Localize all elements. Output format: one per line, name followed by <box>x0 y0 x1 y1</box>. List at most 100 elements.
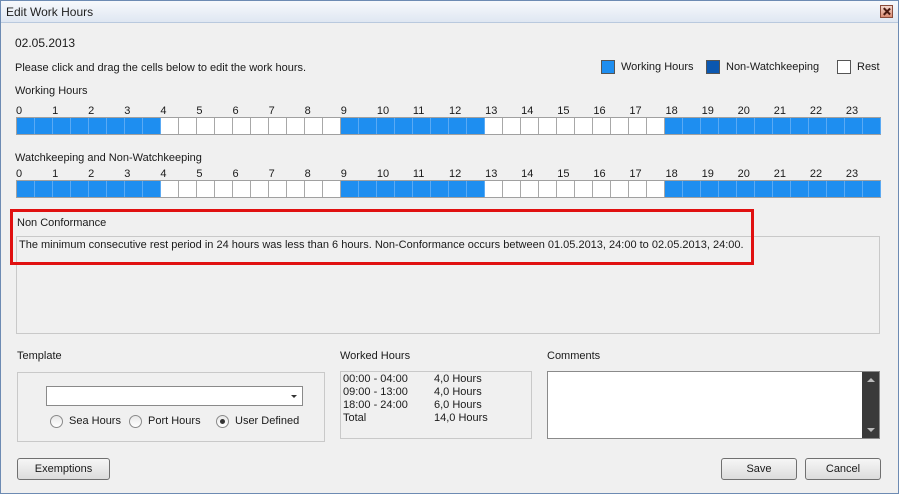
rest-cell[interactable] <box>539 181 557 197</box>
work-cell[interactable] <box>71 181 89 197</box>
rest-cell[interactable] <box>305 181 323 197</box>
work-cell[interactable] <box>737 181 755 197</box>
work-cell[interactable] <box>431 181 449 197</box>
work-cell[interactable] <box>341 181 359 197</box>
work-cell[interactable] <box>53 181 71 197</box>
rest-cell[interactable] <box>287 181 305 197</box>
work-cell[interactable] <box>359 118 377 134</box>
rest-cell[interactable] <box>323 181 341 197</box>
work-cell[interactable] <box>791 118 809 134</box>
close-icon[interactable] <box>880 5 893 18</box>
work-cell[interactable] <box>53 118 71 134</box>
work-cell[interactable] <box>701 181 719 197</box>
exemptions-button[interactable]: Exemptions <box>17 458 110 480</box>
work-cell[interactable] <box>107 118 125 134</box>
rest-cell[interactable] <box>161 118 179 134</box>
rest-cell[interactable] <box>557 181 575 197</box>
rest-cell[interactable] <box>593 181 611 197</box>
work-cell[interactable] <box>395 118 413 134</box>
work-cell[interactable] <box>863 118 881 134</box>
rest-cell[interactable] <box>323 118 341 134</box>
rest-cell[interactable] <box>557 118 575 134</box>
work-cell[interactable] <box>737 118 755 134</box>
rest-cell[interactable] <box>179 181 197 197</box>
scroll-up-icon[interactable] <box>867 378 875 382</box>
rest-cell[interactable] <box>647 181 665 197</box>
work-cell[interactable] <box>431 118 449 134</box>
scroll-down-icon[interactable] <box>867 428 875 432</box>
work-cell[interactable] <box>107 181 125 197</box>
rest-cell[interactable] <box>647 118 665 134</box>
rest-cell[interactable] <box>611 181 629 197</box>
work-cell[interactable] <box>17 181 35 197</box>
work-cell[interactable] <box>449 118 467 134</box>
rest-cell[interactable] <box>233 118 251 134</box>
work-cell[interactable] <box>89 181 107 197</box>
work-cell[interactable] <box>35 118 53 134</box>
work-cell[interactable] <box>89 118 107 134</box>
rest-cell[interactable] <box>161 181 179 197</box>
rest-cell[interactable] <box>629 118 647 134</box>
rest-cell[interactable] <box>269 118 287 134</box>
rest-cell[interactable] <box>593 118 611 134</box>
work-cell[interactable] <box>449 181 467 197</box>
work-cell[interactable] <box>683 181 701 197</box>
work-cell[interactable] <box>413 118 431 134</box>
radio-sea-hours[interactable]: Sea Hours <box>50 414 121 428</box>
rest-cell[interactable] <box>629 181 647 197</box>
rest-cell[interactable] <box>197 118 215 134</box>
work-cell[interactable] <box>827 118 845 134</box>
work-cell[interactable] <box>467 181 485 197</box>
rest-cell[interactable] <box>251 181 269 197</box>
work-cell[interactable] <box>827 181 845 197</box>
work-cell[interactable] <box>17 118 35 134</box>
work-cell[interactable] <box>845 118 863 134</box>
work-cell[interactable] <box>809 118 827 134</box>
rest-cell[interactable] <box>611 118 629 134</box>
radio-user-defined[interactable]: User Defined <box>216 414 299 428</box>
work-cell[interactable] <box>395 181 413 197</box>
rest-cell[interactable] <box>485 118 503 134</box>
rest-cell[interactable] <box>179 118 197 134</box>
work-cell[interactable] <box>845 181 863 197</box>
work-cell[interactable] <box>755 181 773 197</box>
rest-cell[interactable] <box>305 118 323 134</box>
comments-textarea[interactable] <box>547 371 880 439</box>
rest-cell[interactable] <box>485 181 503 197</box>
work-cell[interactable] <box>701 118 719 134</box>
work-cell[interactable] <box>125 118 143 134</box>
watchkeeping-grid[interactable] <box>16 180 881 198</box>
radio-port-hours[interactable]: Port Hours <box>129 414 201 428</box>
rest-cell[interactable] <box>269 181 287 197</box>
work-cell[interactable] <box>35 181 53 197</box>
save-button[interactable]: Save <box>721 458 797 480</box>
rest-cell[interactable] <box>575 181 593 197</box>
work-cell[interactable] <box>467 118 485 134</box>
rest-cell[interactable] <box>215 118 233 134</box>
comments-scrollbar[interactable] <box>862 372 879 438</box>
rest-cell[interactable] <box>251 118 269 134</box>
work-cell[interactable] <box>755 118 773 134</box>
work-cell[interactable] <box>773 118 791 134</box>
work-cell[interactable] <box>791 181 809 197</box>
rest-cell[interactable] <box>521 118 539 134</box>
work-cell[interactable] <box>773 181 791 197</box>
work-cell[interactable] <box>413 181 431 197</box>
work-cell[interactable] <box>665 118 683 134</box>
rest-cell[interactable] <box>215 181 233 197</box>
rest-cell[interactable] <box>197 181 215 197</box>
work-cell[interactable] <box>341 118 359 134</box>
work-cell[interactable] <box>359 181 377 197</box>
work-cell[interactable] <box>809 181 827 197</box>
work-cell[interactable] <box>719 118 737 134</box>
rest-cell[interactable] <box>287 118 305 134</box>
work-cell[interactable] <box>377 118 395 134</box>
work-cell[interactable] <box>683 118 701 134</box>
rest-cell[interactable] <box>539 118 557 134</box>
working-hours-grid[interactable] <box>16 117 881 135</box>
work-cell[interactable] <box>143 118 161 134</box>
work-cell[interactable] <box>377 181 395 197</box>
rest-cell[interactable] <box>503 118 521 134</box>
work-cell[interactable] <box>125 181 143 197</box>
rest-cell[interactable] <box>575 118 593 134</box>
